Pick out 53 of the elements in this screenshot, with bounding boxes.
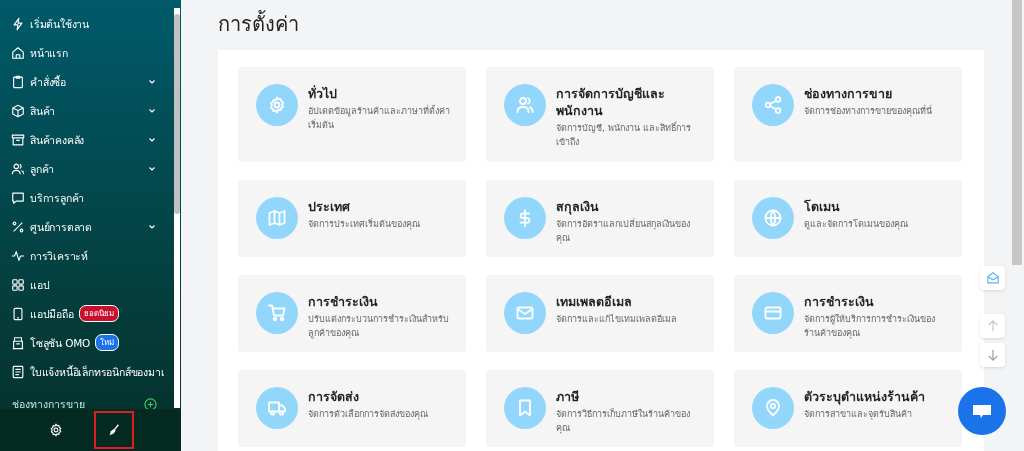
sidebar-item[interactable]: บริการลูกค้า [0, 183, 171, 212]
sidebar-item[interactable]: การวิเคราะห์ [0, 241, 171, 270]
card-description: จัดการช่องทางการขายของคุณที่นี่ [804, 104, 932, 118]
card-title: ประเทศ [308, 198, 351, 215]
sidebar-badge: ยอดนิยม [78, 305, 119, 322]
settings-card[interactable]: การจัดการบัญชีและพนักงาน จัดการบัญชี, พนักงาน และสิทธิ์การเข้าถึง [486, 67, 714, 162]
card-description: ปรับแต่งกระบวนการชำระเงินสำหรับลูกค้าของคุณ [308, 313, 450, 340]
sidebar-item[interactable]: คำสั่งซื้อ [0, 67, 171, 96]
settings-card[interactable]: การจัดส่ง จัดการตัวเลือกการจัดส่งของคุณ [238, 370, 466, 447]
card-description: อัปเดตข้อมูลร้านค้าและภาษาที่ตั้งค่าเริ่มต้น [308, 104, 450, 132]
card-title: โดเมน [804, 198, 841, 215]
card-description: จัดการบัญชี, พนักงาน และสิทธิ์การเข้าถึง [556, 121, 692, 149]
sidebar-item[interactable]: สินค้าคงคลัง [0, 125, 171, 154]
card-title: ช่องทางการขาย [804, 85, 893, 102]
card-description: จัดการสาขาและจุดรับสินค้า [804, 408, 913, 421]
sidebar-item[interactable]: ใบแจ้งหนี้อิเล็กทรอนิกส์ของมาเ [0, 357, 171, 386]
settings-card[interactable]: ประเทศ จัดการประเทศเริ่มต้นของคุณ [238, 180, 466, 257]
page-title: การตั้งค่า [218, 9, 300, 38]
card-title: การจัดการบัญชีและพนักงาน [556, 85, 666, 119]
card-title: การชำระเงิน [308, 293, 379, 310]
card-description: จัดการประเทศเริ่มต้นของคุณ [308, 217, 420, 231]
sidebar-item[interactable]: แอป [0, 270, 171, 299]
settings-card[interactable]: เทมเพลตอีเมล จัดการและแก้ไขเทมเพลตอีเมล [486, 275, 714, 352]
card-description: จัดการและแก้ไขเทมเพลตอีเมล [556, 313, 677, 326]
card-description: จัดการอัตราแลกเปลี่ยนสกุลเงินของคุณ [556, 217, 691, 245]
settings-card[interactable]: ตัวระบุตำแหน่งร้านค้า จัดการสาขาและจุดรับสินค้า [734, 370, 962, 447]
sidebar-item[interactable]: ลูกค้า [0, 154, 171, 183]
settings-card[interactable]: ช่องทางการขาย จัดการช่องทางการขายของคุณที่นี่ [734, 67, 962, 162]
card-description: จัดการผู้ให้บริการการชำระเงินของร้านค้าของคุณ [804, 313, 936, 340]
card-title: ภาษี [556, 388, 580, 405]
card-title: เทมเพลตอีเมล [556, 293, 633, 310]
sidebar-item[interactable]: โซลูชัน OMO ใหม่ [0, 328, 171, 357]
sidebar-item[interactable]: แอปมือถือ ยอดนิยม [0, 299, 171, 328]
card-title: การจัดส่ง [308, 388, 360, 405]
sidebar-item[interactable]: เริ่มต้นใช้งาน [0, 9, 171, 38]
card-description: จัดการวิธีการเก็บภาษีในร้านค้าของคุณ [556, 407, 691, 435]
settings-card[interactable]: ภาษี จัดการวิธีการเก็บภาษีในร้านค้าของคุณ [486, 370, 714, 447]
card-description: จัดการตัวเลือกการจัดส่งของคุณ [308, 408, 428, 421]
settings-card[interactable]: ทั่วไป อัปเดตข้อมูลร้านค้าและภาษาที่ตั้งค่าเริ่มต้น [238, 67, 466, 162]
section-heading: ช่องทางการขาย [12, 396, 85, 409]
settings-card[interactable]: การชำระเงิน จัดการผู้ให้บริการการชำระเงินของร้านค้าของคุณ [734, 275, 962, 352]
sidebar-item[interactable]: สินค้า [0, 96, 171, 125]
settings-card[interactable]: สกุลเงิน จัดการอัตราแลกเปลี่ยนสกุลเงินของคุณ [486, 180, 714, 257]
settings-card[interactable]: โดเมน ดูและจัดการโดเมนของคุณ [734, 180, 962, 257]
card-title: ทั่วไป [308, 85, 338, 102]
sidebar-item[interactable]: ศูนย์การตลาด [0, 212, 171, 241]
sidebar-badge: ใหม่ [95, 334, 120, 351]
card-description: ดูและจัดการโดเมนของคุณ [804, 218, 908, 231]
sidebar-item[interactable]: หน้าแรก [0, 38, 171, 67]
settings-card[interactable]: การชำระเงิน ปรับแต่งกระบวนการชำระเงินสำหรับลูกค้าของคุณ [238, 275, 466, 352]
card-title: สกุลเงิน [556, 198, 600, 215]
card-title: การชำระเงิน [804, 293, 875, 310]
card-title: ตัวระบุตำแหน่งร้านค้า [804, 388, 925, 405]
